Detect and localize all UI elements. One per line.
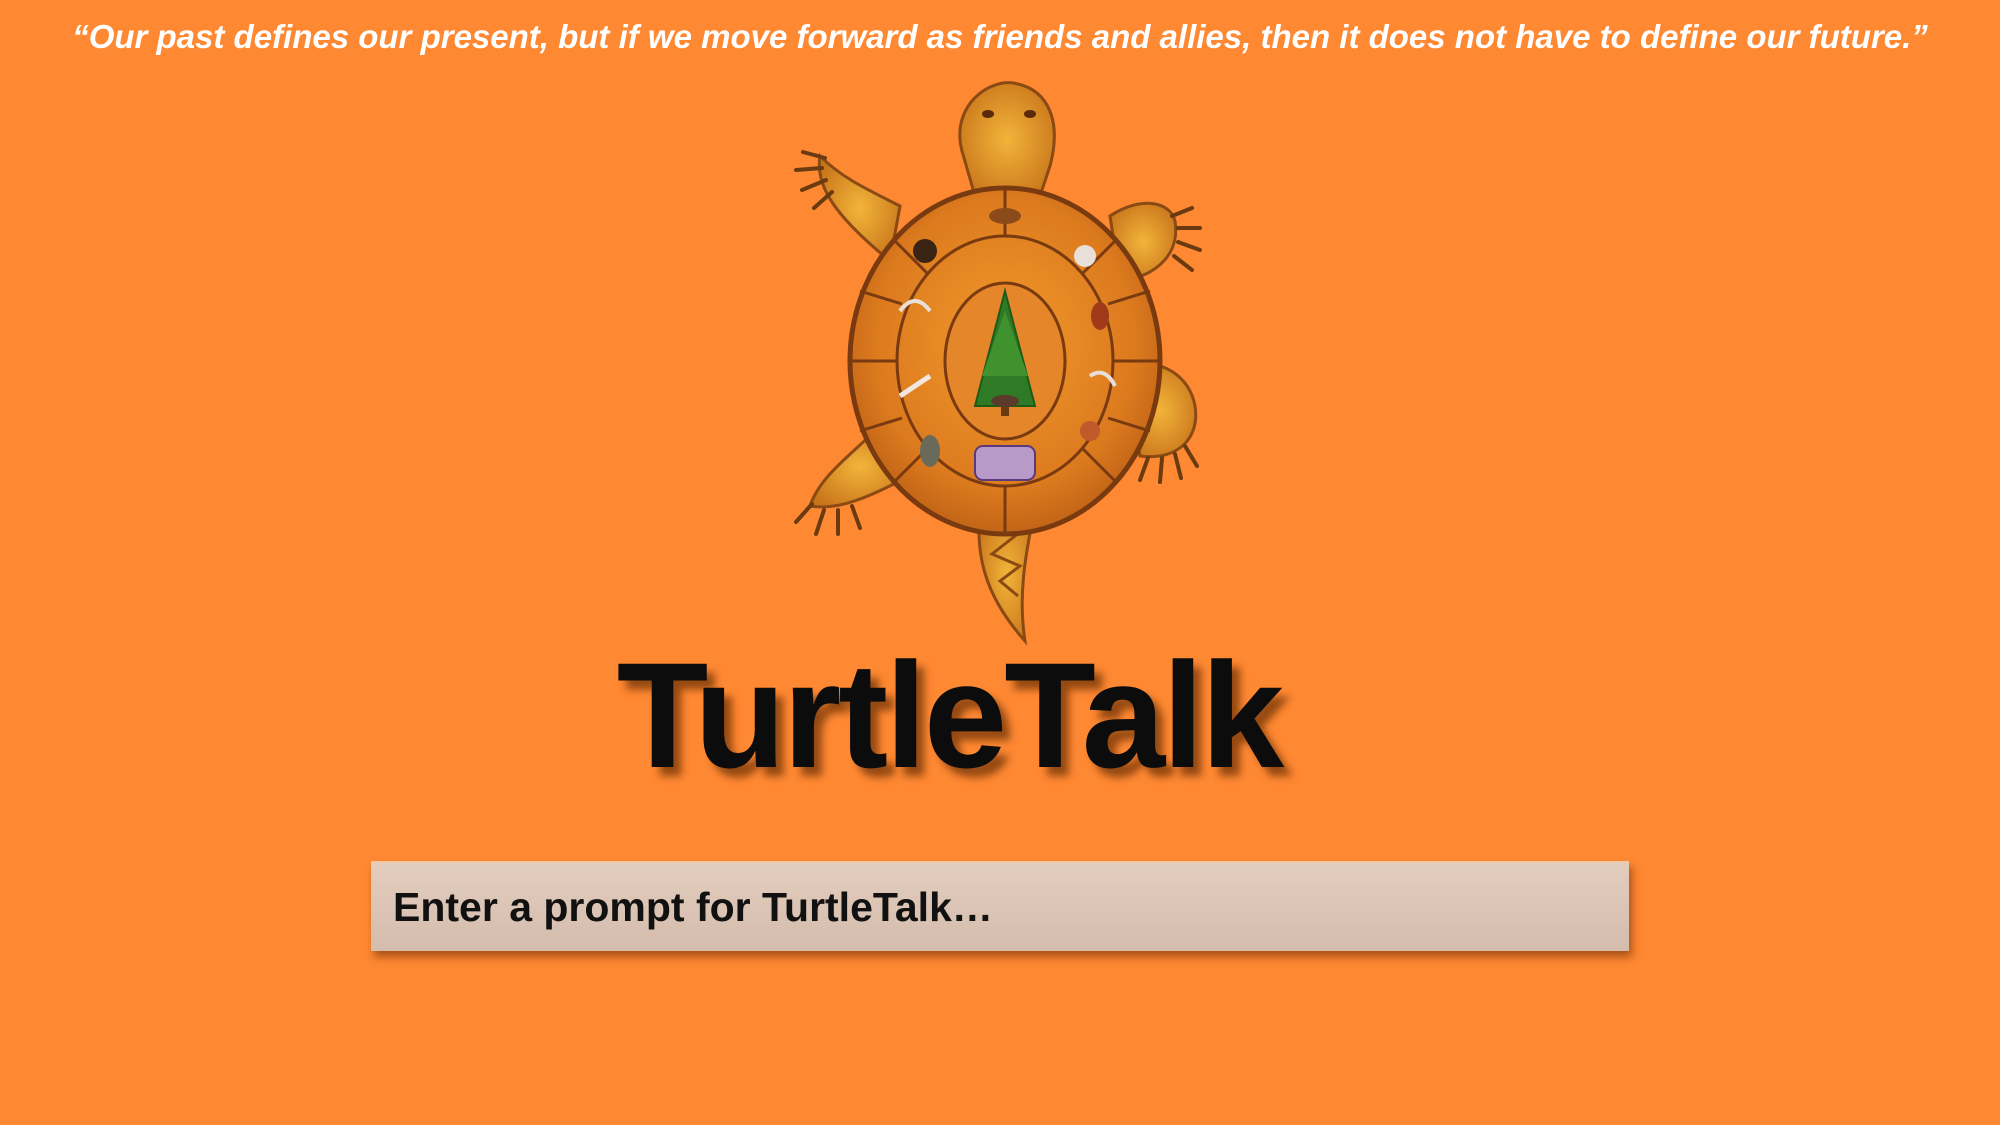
- prompt-box[interactable]: [371, 861, 1629, 951]
- prompt-input[interactable]: [391, 882, 1595, 932]
- turtle-illustration: [794, 81, 1202, 646]
- turtle-clan-icon: [780, 76, 1230, 656]
- quote-text: “Our past defines our present, but if we…: [72, 18, 1928, 55]
- app-title: TurtleTalk: [616, 631, 1285, 799]
